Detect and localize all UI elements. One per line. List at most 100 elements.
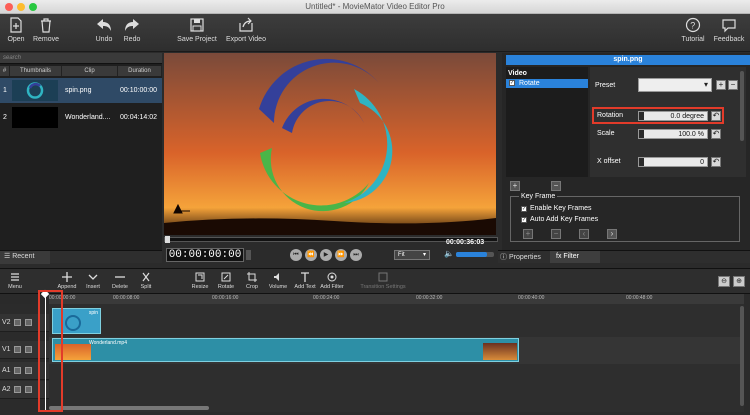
column-header-duration[interactable]: Duration [118,66,162,76]
next-keyframe-button[interactable]: › [607,229,617,239]
lock-icon[interactable] [25,386,32,393]
fast-forward-icon[interactable]: ⏩ [335,249,347,261]
open-button[interactable]: Open [4,17,28,43]
filter-category: Video [508,70,527,77]
add-keyframe-button[interactable]: + [523,229,533,239]
resize-button[interactable]: Resize [188,272,212,290]
remove-filter-button[interactable]: − [551,181,561,191]
add-filter-toolbar-button[interactable]: Add Filter [318,272,346,290]
column-header-clip[interactable]: Clip [62,66,118,76]
xoffset-field[interactable]: 0 [638,157,708,167]
window-title: Untitled* - MovieMator Video Editor Pro [305,2,445,11]
volume-icon[interactable]: 🔈 [444,249,454,258]
scale-label: Scale [597,130,615,137]
eye-icon[interactable] [25,346,32,353]
chevron-down-icon: ▾ [422,252,426,258]
right-panel-tabs: ⓘ Properties fx Filter [498,250,750,263]
crop-button[interactable]: Crop [242,272,262,290]
timeline-vscrollbar[interactable] [740,306,744,406]
menu-button[interactable]: Menu [4,272,26,290]
time-stepper[interactable] [246,250,251,260]
tab-recent[interactable]: ☰ Recent [0,251,50,264]
tab-properties[interactable]: ⓘ Properties [500,252,548,263]
media-search-input[interactable]: search [0,53,162,64]
undo-icon: ↶ [712,111,720,120]
scale-field[interactable]: 100.0 % [638,129,708,139]
split-button[interactable]: Split [136,272,156,290]
timeline-toolbar: Menu Append Insert Delete Split Resize R… [0,268,750,294]
volume-slider[interactable] [456,252,494,257]
zoom-in-icon[interactable]: ⊕ [733,276,745,287]
rotation-field[interactable]: 0.0 degree [638,111,708,121]
column-header-number[interactable]: # [0,66,10,76]
rotation-label: Rotation [597,112,624,119]
preview-controls: 00:00:36:03 00:00:00:00 ⏮ ⏪ ▶ ⏩ ⏭ Fit ▾ 🔈 [162,235,498,265]
append-button[interactable]: Append [55,272,79,290]
media-thumbnail [12,107,58,128]
timeline-ruler[interactable]: 00:00:00:00 00:00:08:00 00:00:16:00 00:0… [49,294,744,304]
spin-thumbnail-icon [26,82,44,99]
insert-button[interactable]: Insert [82,272,104,290]
minimize-window-button[interactable] [17,3,25,11]
media-row[interactable]: 2 Wonderland.... 00:04:14:02 [0,105,162,130]
redo-button[interactable]: Redo [120,17,144,43]
volume-button[interactable]: Volume [266,272,290,290]
filter-item-rotate[interactable]: ✓ Rotate [506,79,588,88]
rotate-button[interactable]: Rotate [215,272,237,290]
go-start-icon[interactable]: ⏮ [290,249,302,261]
zoom-out-icon[interactable]: ⊖ [718,276,730,287]
filter-enabled-checkbox[interactable]: ✓ [509,80,515,86]
preset-select[interactable]: ▾ [638,78,712,92]
crop-icon [247,272,257,282]
rotation-reset-button[interactable]: ↶ [711,111,721,121]
help-icon: ? [685,17,701,33]
properties-scrollbar[interactable] [740,71,744,141]
zoom-select[interactable]: Fit ▾ [394,250,430,260]
eye-icon[interactable] [25,319,32,326]
svg-text:?: ? [690,21,695,31]
clip-wonderland[interactable]: Wonderland.mp4 [52,338,519,362]
rewind-icon[interactable]: ⏪ [305,249,317,261]
window-title-bar: Untitled* - MovieMator Video Editor Pro [0,0,750,14]
media-tabs: ☰ Recent [0,250,162,264]
tutorial-button[interactable]: ? Tutorial [678,17,708,43]
save-project-button[interactable]: Save Project [174,17,220,43]
remove-button[interactable]: Remove [31,17,61,43]
mute-icon[interactable] [14,346,21,353]
mute-icon[interactable] [14,386,21,393]
close-window-button[interactable] [5,3,13,11]
clip-name-header: spin.png [506,55,750,65]
transition-settings-button[interactable]: Transition Settings [356,272,410,290]
scale-reset-button[interactable]: ↶ [711,129,721,139]
add-text-button[interactable]: Add Text [292,272,318,290]
media-row[interactable]: 1 spin.png 00:10:00:00 [0,78,162,103]
zoom-window-button[interactable] [29,3,37,11]
prev-keyframe-button[interactable]: ‹ [579,229,589,239]
delete-button[interactable]: Delete [108,272,132,290]
redo-icon [125,19,139,31]
transport-buttons: ⏮ ⏪ ▶ ⏩ ⏭ [290,249,380,261]
add-filter-button[interactable]: + [510,181,520,191]
timeline-tracks[interactable]: spin Wonderland.mp4 [49,304,744,412]
remove-keyframe-button[interactable]: − [551,229,561,239]
remove-preset-button[interactable]: − [728,80,738,90]
go-end-icon[interactable]: ⏭ [350,249,362,261]
mute-icon[interactable] [14,319,21,326]
xoffset-reset-button[interactable]: ↶ [711,157,721,167]
column-header-thumbnails[interactable]: Thumbnails [10,66,62,76]
undo-button[interactable]: Undo [92,17,116,43]
video-preview[interactable] [164,53,496,235]
export-icon [239,17,253,32]
export-video-button[interactable]: Export Video [223,17,269,43]
current-time-input[interactable]: 00:00:00:00 [166,248,244,262]
volume-fill [456,252,488,257]
tab-filter[interactable]: fx Filter [550,251,600,263]
mute-icon[interactable] [14,367,21,374]
feedback-button[interactable]: Feedback [711,17,747,43]
timeline-hscrollbar[interactable] [49,406,209,410]
add-preset-button[interactable]: + [716,80,726,90]
scrubber-handle[interactable] [165,236,170,243]
play-icon[interactable]: ▶ [320,249,332,261]
lock-icon[interactable] [25,367,32,374]
open-icon [10,17,22,33]
